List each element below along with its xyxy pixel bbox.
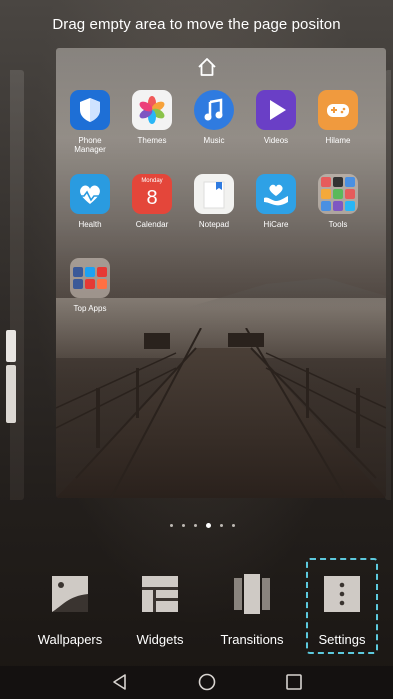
folder-icon (70, 258, 110, 298)
folder-icon (318, 174, 358, 214)
page-dot[interactable] (182, 523, 185, 527)
app-music[interactable]: Music (186, 90, 242, 145)
app-phone-manager[interactable]: Phone Manager (62, 90, 118, 154)
widgets-icon (138, 572, 182, 616)
calendar-icon: Monday 8 (132, 174, 172, 214)
menu-label: Wallpapers (37, 632, 103, 647)
page-dot[interactable] (194, 523, 197, 527)
wallpapers-button[interactable]: Wallpapers (29, 558, 111, 647)
flower-icon (132, 90, 172, 130)
play-icon (256, 90, 296, 130)
menu-label: Transitions (220, 632, 284, 647)
app-higame[interactable]: Hilame (310, 90, 366, 145)
gamepad-icon (318, 90, 358, 130)
calendar-day: Monday (141, 178, 163, 184)
wallpaper-pier (56, 328, 386, 498)
menu-label: Widgets (136, 632, 184, 647)
home-screen-editor: Drag empty area to move the page positon (0, 0, 393, 699)
settings-highlight-frame (306, 558, 378, 654)
app-notepad[interactable]: Notepad (186, 174, 242, 229)
app-health[interactable]: Health (62, 174, 118, 229)
heart-pulse-icon (70, 174, 110, 214)
app-label: Calendar (135, 220, 169, 229)
wallpaper-icon (48, 572, 92, 616)
wallpaper-mountain (186, 278, 386, 308)
app-label: Hilame (325, 136, 351, 145)
app-label: Health (78, 220, 102, 229)
app-label: Videos (263, 136, 289, 145)
app-label: Themes (137, 136, 167, 145)
home-page-preview[interactable]: Phone Manager Themes Music Videos Hilame… (56, 48, 386, 498)
left-edge-tab-lower (6, 365, 16, 423)
app-label: Tools (328, 220, 348, 229)
default-home-page-icon[interactable] (196, 56, 218, 78)
app-top-apps-folder[interactable]: Top Apps (62, 258, 118, 313)
navigation-bar (0, 666, 393, 699)
page-indicator (170, 522, 235, 528)
page-dot[interactable] (232, 523, 235, 527)
app-tools-folder[interactable]: Tools (310, 174, 366, 229)
left-edge-tab (6, 330, 16, 362)
back-icon[interactable] (108, 670, 132, 694)
transitions-icon (230, 572, 274, 616)
notepad-icon (194, 174, 234, 214)
app-label: HiCare (263, 220, 289, 229)
app-videos[interactable]: Videos (248, 90, 304, 145)
app-hicare[interactable]: HiCare (248, 174, 304, 229)
app-label: Top Apps (73, 304, 107, 313)
app-label: Notepad (198, 220, 230, 229)
shield-icon (70, 90, 110, 130)
app-calendar[interactable]: Monday 8 Calendar (124, 174, 180, 229)
app-label: Music (203, 136, 225, 145)
page-dot-active[interactable] (206, 522, 211, 528)
previous-page-preview[interactable] (10, 70, 24, 500)
app-themes[interactable]: Themes (124, 90, 180, 145)
widgets-button[interactable]: Widgets (119, 558, 201, 647)
calendar-date: 8 (146, 187, 158, 209)
app-label: Phone Manager (74, 136, 106, 154)
recents-icon[interactable] (282, 670, 306, 694)
page-dot[interactable] (220, 523, 223, 527)
hand-heart-icon (256, 174, 296, 214)
drag-hint: Drag empty area to move the page positon (52, 16, 341, 33)
transitions-button[interactable]: Transitions (211, 558, 293, 647)
home-icon[interactable] (195, 670, 219, 694)
page-dot[interactable] (170, 523, 173, 527)
music-note-icon (194, 90, 234, 130)
